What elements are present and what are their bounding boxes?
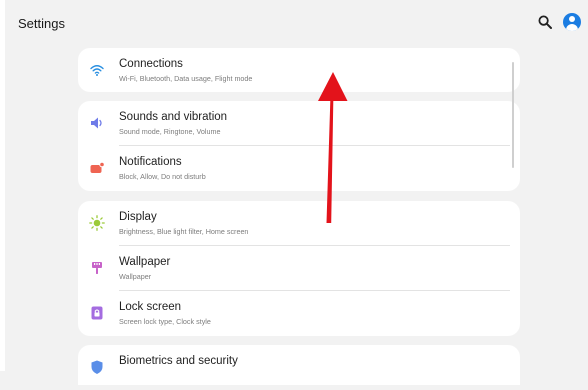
speaker-icon xyxy=(91,117,102,129)
item-title: Biometrics and security xyxy=(119,355,238,367)
settings-item-sounds-and-vibration[interactable]: Sounds and vibration Sound mode, Rington… xyxy=(78,101,520,146)
item-title: Notifications xyxy=(119,156,182,168)
shield-icon xyxy=(91,360,103,374)
item-title: Lock screen xyxy=(119,301,182,313)
item-subtitle: Sound mode, Ringtone, Volume xyxy=(119,127,221,136)
item-title: Display xyxy=(119,211,157,223)
item-title: Connections xyxy=(119,58,183,70)
profile-icon[interactable] xyxy=(563,13,581,31)
item-subtitle: Wallpaper xyxy=(119,272,152,281)
top-bar: Settings xyxy=(0,0,588,44)
item-subtitle: Brightness, Blue light filter, Home scre… xyxy=(119,227,249,236)
wifi-icon xyxy=(90,65,104,76)
item-subtitle: Screen lock type, Clock style xyxy=(119,317,211,326)
left-edge xyxy=(0,0,5,371)
settings-item-wallpaper[interactable]: Wallpaper Wallpaper xyxy=(78,246,520,291)
card-biometrics: Biometrics and security xyxy=(78,345,520,385)
page-title: Settings xyxy=(18,16,65,31)
item-subtitle: Block, Allow, Do not disturb xyxy=(119,172,206,181)
settings-item-notifications[interactable]: Notifications Block, Allow, Do not distu… xyxy=(78,146,520,191)
search-icon[interactable] xyxy=(538,15,552,29)
settings-item-connections[interactable]: Connections Wi-Fi, Bluetooth, Data usage… xyxy=(78,48,520,92)
notification-icon xyxy=(90,161,105,173)
settings-item-lock-screen[interactable]: Lock screen Screen lock type, Clock styl… xyxy=(78,291,520,336)
lock-icon xyxy=(91,306,103,320)
settings-item-display[interactable]: Display Brightness, Blue light filter, H… xyxy=(78,201,520,246)
card-connections: Connections Wi-Fi, Bluetooth, Data usage… xyxy=(78,48,520,92)
item-subtitle: Wi-Fi, Bluetooth, Data usage, Flight mod… xyxy=(119,74,253,83)
sun-icon xyxy=(89,215,105,231)
item-title: Sounds and vibration xyxy=(119,111,228,123)
card-display: Display Brightness, Blue light filter, H… xyxy=(78,201,520,336)
scrollbar[interactable] xyxy=(512,62,514,168)
brush-icon xyxy=(92,262,102,274)
settings-item-biometrics-and-security[interactable]: Biometrics and security xyxy=(78,345,520,390)
item-title: Wallpaper xyxy=(119,256,171,268)
card-sounds-notifications: Sounds and vibration Sound mode, Rington… xyxy=(78,101,520,191)
